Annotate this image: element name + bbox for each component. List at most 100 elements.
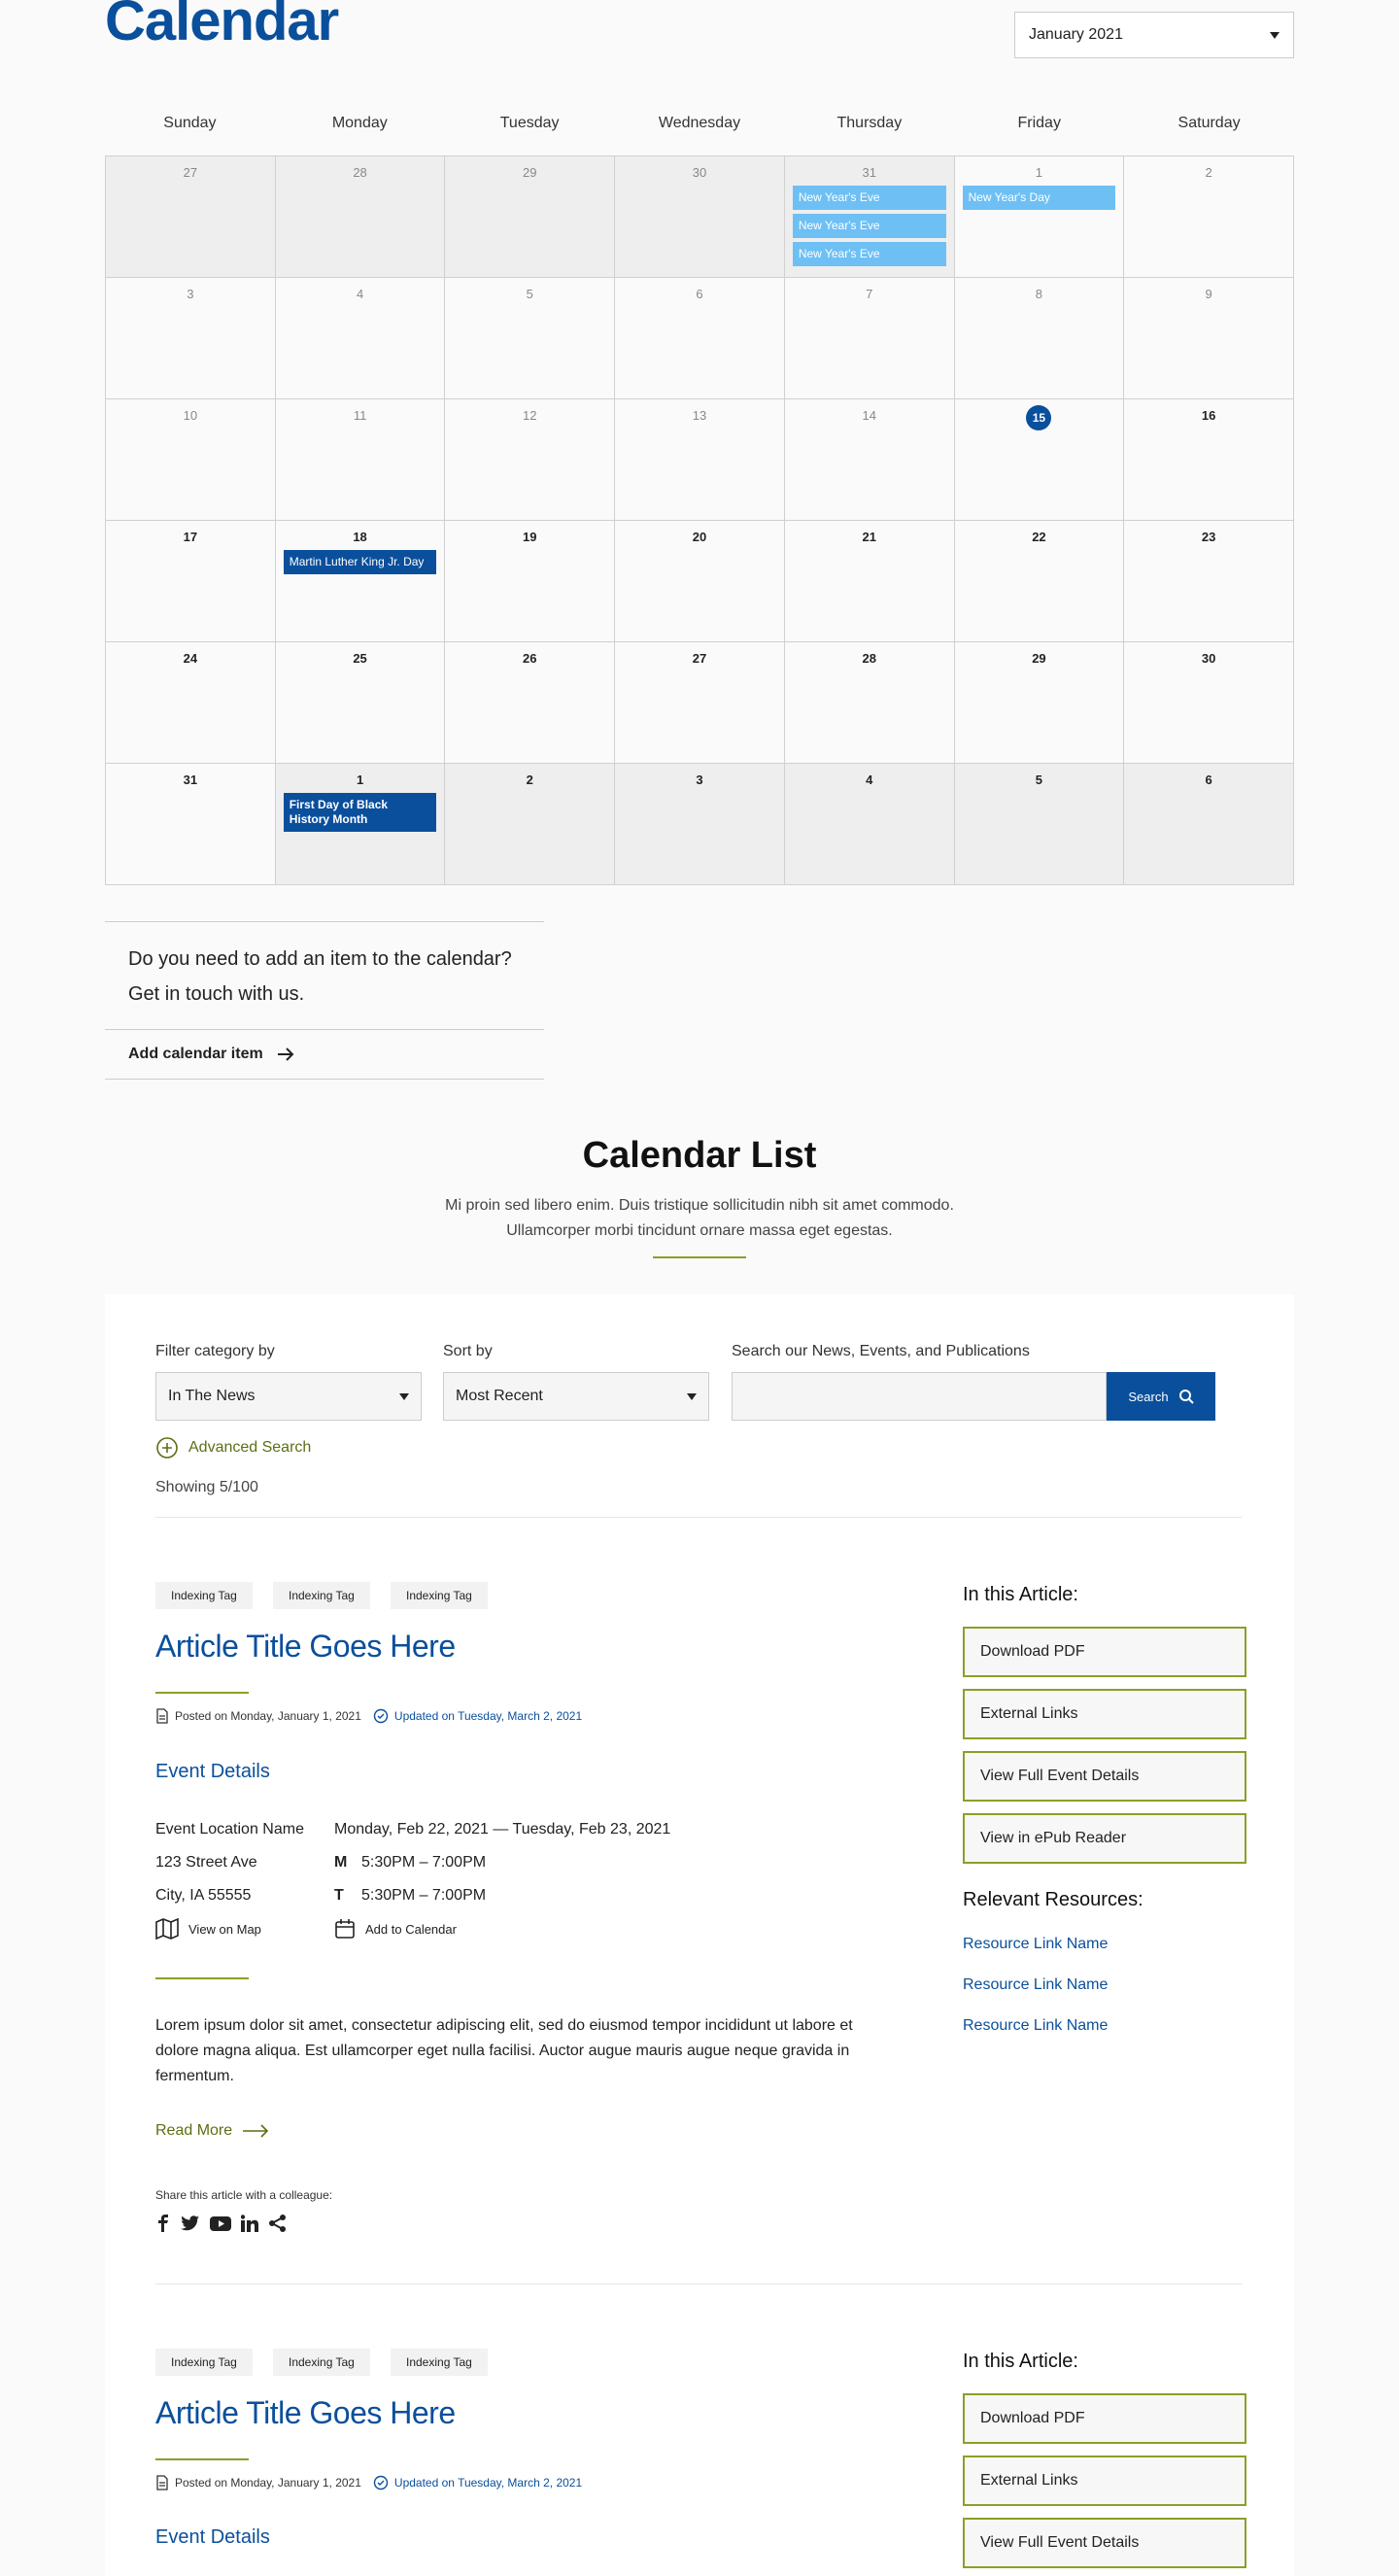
indexing-tag[interactable]: Indexing Tag <box>391 1582 488 1609</box>
calendar-day-cell[interactable]: 22 <box>954 521 1125 642</box>
search-input[interactable] <box>732 1372 1107 1421</box>
indexing-tag[interactable]: Indexing Tag <box>391 2349 488 2376</box>
youtube-icon[interactable] <box>210 2215 231 2232</box>
calendar-day-cell[interactable]: 2 <box>1124 156 1294 278</box>
calendar-day-cell[interactable]: 20 <box>615 521 785 642</box>
calendar-day-cell[interactable]: 24 <box>106 642 276 764</box>
calendar-day-cell[interactable]: 29 <box>954 642 1125 764</box>
day-number: 1 <box>356 773 364 787</box>
day-number: 5 <box>1035 773 1043 787</box>
day-number: 27 <box>692 651 707 666</box>
social-share-icons <box>155 2214 288 2233</box>
calendar-day-cell[interactable]: 31 New Year's Eve New Year's Eve New Year's… <box>784 156 955 278</box>
linkedin-icon[interactable] <box>241 2215 258 2232</box>
calendar-event[interactable]: New Year's Eve <box>792 186 946 210</box>
calendar-day-cell[interactable]: 16 <box>1124 399 1294 521</box>
calendar-day-cell[interactable]: 19 <box>445 521 616 642</box>
calendar-day-cell[interactable]: 4 <box>275 278 446 399</box>
calendar-event[interactable]: New Year's Eve <box>792 242 946 266</box>
calendar-day-cell[interactable]: 28 <box>784 642 955 764</box>
indexing-tag[interactable]: Indexing Tag <box>273 1582 370 1609</box>
calendar-day-cell[interactable]: 18 Martin Luther King Jr. Day <box>275 521 446 642</box>
view-in-epub-reader-button[interactable]: View in ePub Reader <box>963 1813 1246 1864</box>
calendar-day-cell[interactable]: 7 <box>784 278 955 399</box>
day-number: 14 <box>862 408 876 423</box>
download-pdf-button[interactable]: Download PDF <box>963 2393 1246 2444</box>
calendar-day-cell[interactable]: 4 <box>784 764 955 885</box>
category-filter-select[interactable]: In The News <box>155 1372 422 1421</box>
calendar-day-cell[interactable]: 31 <box>106 764 276 885</box>
calendar-event[interactable]: Martin Luther King Jr. Day <box>283 550 437 574</box>
day-number: 1 <box>1035 165 1043 180</box>
calendar-day-cell[interactable]: 29 <box>445 156 616 278</box>
divider <box>155 1692 249 1694</box>
calendar-day-cell[interactable]: 21 <box>784 521 955 642</box>
share-icon[interactable] <box>268 2214 288 2233</box>
view-full-event-details-button[interactable]: View Full Event Details <box>963 2518 1246 2568</box>
external-links-button[interactable]: External Links <box>963 1689 1246 1739</box>
calendar-day-cell[interactable]: 27 <box>615 642 785 764</box>
calendar-day-cell[interactable]: 9 <box>1124 278 1294 399</box>
calendar-day-cell[interactable]: 6 <box>615 278 785 399</box>
add-calendar-item-link[interactable]: Add calendar item <box>105 1030 544 1079</box>
posted-date: Posted on Monday, January 1, 2021 <box>175 1709 361 1723</box>
add-to-calendar-link[interactable]: Add to Calendar <box>334 1918 457 1940</box>
calendar-day-cell[interactable]: 5 <box>445 278 616 399</box>
indexing-tag[interactable]: Indexing Tag <box>155 2349 253 2376</box>
calendar-day-cell[interactable]: 15 <box>954 399 1125 521</box>
calendar-day-cell[interactable]: 11 <box>275 399 446 521</box>
external-links-button[interactable]: External Links <box>963 2456 1246 2506</box>
calendar-day-cell[interactable]: 28 <box>275 156 446 278</box>
calendar-day-cell[interactable]: 1 First Day of Black History Month <box>275 764 446 885</box>
calendar-day-cell[interactable]: 30 <box>615 156 785 278</box>
calendar-day-cell[interactable]: 12 <box>445 399 616 521</box>
calendar-day-cell[interactable]: 30 <box>1124 642 1294 764</box>
calendar-day-cell[interactable]: 10 <box>106 399 276 521</box>
month-select[interactable]: January 2021 <box>1014 12 1294 58</box>
read-more-link[interactable]: Read More <box>155 2122 269 2140</box>
sort-select[interactable]: Most Recent <box>443 1372 709 1421</box>
calendar-day-cell[interactable]: 17 <box>106 521 276 642</box>
resource-link[interactable]: Resource Link Name <box>963 1976 1108 1994</box>
calendar-day-cell[interactable]: 25 <box>275 642 446 764</box>
resource-link[interactable]: Resource Link Name <box>963 2017 1108 2035</box>
calendar-grid: 27 28 29 30 31 New Year's Eve New Year's Eve Ne… <box>105 155 1294 885</box>
day-number: 18 <box>353 530 367 544</box>
search-button[interactable]: Search <box>1107 1372 1215 1421</box>
advanced-search-link[interactable]: Advanced Search <box>155 1436 311 1460</box>
calendar-event[interactable]: New Year's Eve <box>792 214 946 238</box>
calendar-day-cell[interactable]: 27 <box>106 156 276 278</box>
calendar-day-cell[interactable]: 3 <box>615 764 785 885</box>
calendar-day-cell[interactable]: 3 <box>106 278 276 399</box>
article-description-line: dolore magna aliqua. Est ullamcorper ege… <box>155 2043 850 2059</box>
download-pdf-button[interactable]: Download PDF <box>963 1627 1246 1677</box>
calendar-day-cell[interactable]: 6 <box>1124 764 1294 885</box>
calendar-event[interactable]: First Day of Black History Month <box>283 793 437 832</box>
indexing-tag[interactable]: Indexing Tag <box>273 2349 370 2376</box>
day-number: 26 <box>523 651 537 666</box>
calendar-day-cell[interactable]: 13 <box>615 399 785 521</box>
calendar-day-cell[interactable]: 8 <box>954 278 1125 399</box>
calendar-day-cell[interactable]: 26 <box>445 642 616 764</box>
weekday-label: Friday <box>1017 115 1061 131</box>
article-title[interactable]: Article Title Goes Here <box>155 2395 456 2431</box>
view-full-event-details-button[interactable]: View Full Event Details <box>963 1751 1246 1802</box>
category-filter-value: In The News <box>168 1388 256 1404</box>
article-title[interactable]: Article Title Goes Here <box>155 1629 456 1665</box>
calendar-event[interactable]: New Year's Day <box>962 186 1116 210</box>
twitter-icon[interactable] <box>181 2215 200 2232</box>
calendar-day-cell[interactable]: 14 <box>784 399 955 521</box>
calendar-day-cell[interactable]: 2 <box>445 764 616 885</box>
calendar-list-title: Calendar List <box>582 1135 817 1176</box>
facebook-icon[interactable] <box>155 2215 171 2232</box>
calendar-day-cell[interactable]: 5 <box>954 764 1125 885</box>
search-button-label: Search <box>1128 1389 1169 1404</box>
resource-link[interactable]: Resource Link Name <box>963 1936 1108 1953</box>
add-to-calendar-label: Add to Calendar <box>365 1921 457 1937</box>
day-number: 5 <box>526 287 533 301</box>
document-icon <box>156 1708 168 1724</box>
view-on-map-link[interactable]: View on Map <box>155 1918 261 1940</box>
indexing-tag[interactable]: Indexing Tag <box>155 1582 253 1609</box>
calendar-day-cell[interactable]: 23 <box>1124 521 1294 642</box>
calendar-day-cell[interactable]: 1 New Year's Day <box>954 156 1125 278</box>
